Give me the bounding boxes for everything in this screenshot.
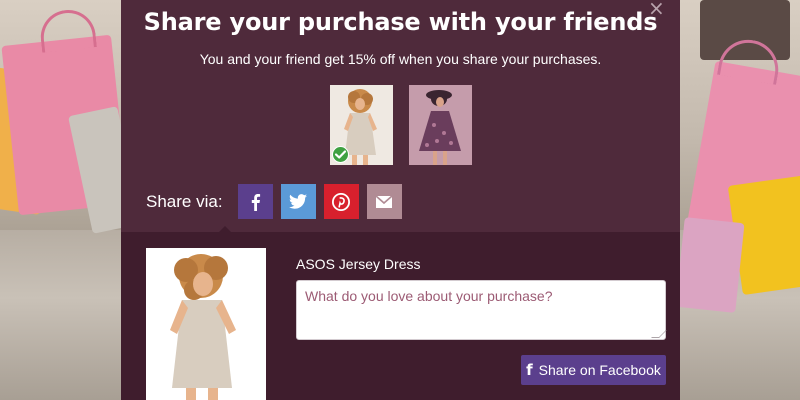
modal-title: Share your purchase with your friends (143, 8, 658, 36)
share-via-label: Share via: (146, 191, 223, 211)
email-share-button[interactable] (366, 184, 402, 219)
product-image (146, 248, 266, 400)
facebook-icon: f (526, 361, 533, 379)
facebook-share-button[interactable] (237, 184, 273, 219)
twitter-icon (289, 194, 308, 209)
share-via-row: Share via: (146, 184, 410, 219)
thumbnail-dress-floral[interactable] (409, 85, 472, 165)
envelope-icon (375, 194, 393, 208)
checkmark-icon (332, 146, 349, 163)
modal-subtitle: You and your friend get 15% off when you… (199, 51, 602, 67)
facebook-icon (251, 193, 261, 211)
twitter-share-button[interactable] (280, 184, 316, 219)
dress-photo-floral (409, 85, 472, 165)
dress-photo-large (146, 248, 266, 400)
purchase-thumbnails (330, 85, 472, 165)
thumbnail-dress-selected[interactable] (330, 85, 393, 165)
share-purchase-modal: × Share your purchase with your friends … (121, 0, 680, 400)
product-name: ASOS Jersey Dress (296, 256, 421, 272)
pinterest-share-button[interactable] (323, 184, 359, 219)
share-on-facebook-label: Share on Facebook (538, 362, 661, 378)
purchase-comment-input[interactable] (296, 280, 666, 340)
shopping-bag-lilac (675, 217, 745, 313)
pinterest-icon (332, 192, 351, 211)
share-on-facebook-button[interactable]: f Share on Facebook (521, 355, 666, 385)
